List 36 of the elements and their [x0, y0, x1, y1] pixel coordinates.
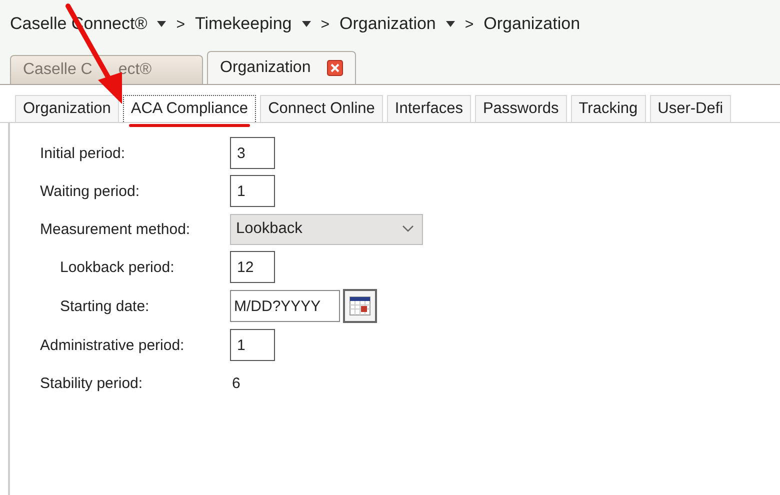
caret-icon[interactable]: [446, 21, 455, 27]
field-label: Waiting period:: [40, 182, 140, 200]
field-label: Stability period:: [40, 374, 144, 392]
breadcrumb-item[interactable]: Organization: [340, 14, 436, 34]
calendar-button[interactable]: [343, 289, 377, 323]
tab[interactable]: User-Defi: [650, 95, 732, 122]
dropdown[interactable]: Lookback: [230, 214, 423, 244]
input-field[interactable]: 1: [230, 175, 275, 207]
close-icon[interactable]: [326, 60, 343, 76]
calendar-icon: [349, 296, 371, 316]
input-field[interactable]: 3: [230, 137, 275, 169]
tab[interactable]: Tracking: [570, 95, 646, 122]
breadcrumb-separator: >: [176, 16, 186, 32]
caret-icon[interactable]: [302, 21, 311, 27]
chevron-icon: [402, 225, 414, 233]
tab[interactable]: Organization: [15, 95, 119, 122]
breadcrumb-item[interactable]: Organization: [484, 14, 580, 34]
field-label: Starting date:: [60, 298, 150, 314]
value-text: 6: [231, 374, 240, 392]
field-label: Administrative period:: [40, 336, 186, 354]
document-tab[interactable]: Organization: [207, 51, 356, 84]
date-field[interactable]: M/DD?YYYY: [230, 290, 340, 322]
field-label: Initial period:: [40, 144, 126, 162]
input-field[interactable]: 1: [230, 329, 275, 361]
tab[interactable]: ACA Compliance: [122, 95, 256, 122]
breadcrumb-separator: >: [464, 16, 474, 32]
tab[interactable]: Connect Online: [260, 95, 383, 122]
field-label: Measurement method:: [40, 220, 192, 238]
field-label: Lookback period:: [60, 258, 176, 276]
breadcrumb-item[interactable]: Timekeeping: [195, 14, 292, 34]
input-field[interactable]: 12: [230, 251, 275, 283]
document-tab[interactable]: Caselle C ect®: [10, 55, 203, 84]
tab[interactable]: Passwords: [474, 95, 567, 122]
breadcrumb-separator: >: [320, 16, 330, 32]
tab[interactable]: Interfaces: [386, 95, 471, 122]
caret-icon[interactable]: [157, 21, 166, 27]
